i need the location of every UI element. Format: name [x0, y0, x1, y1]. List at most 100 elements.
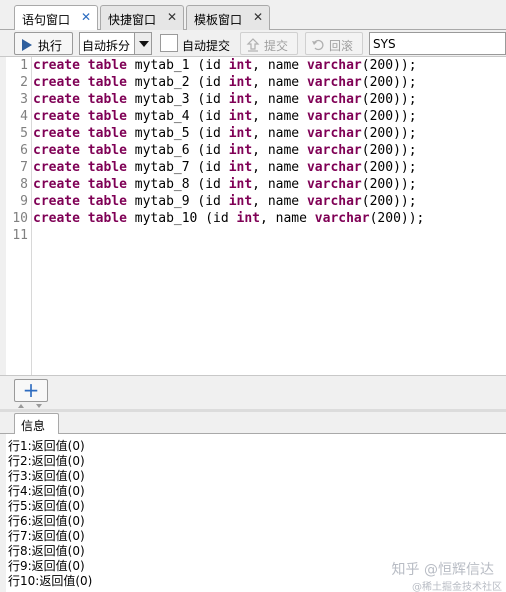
close-icon[interactable]: ✕	[253, 10, 263, 24]
split-mode-value: 自动拆分	[82, 39, 131, 53]
execute-label: 执行	[38, 39, 63, 53]
autocommit-label: 自动提交	[182, 39, 231, 53]
sql-keyword: create	[33, 58, 80, 73]
sql-keyword: varchar	[306, 160, 362, 175]
sql-text: (200));	[361, 109, 417, 124]
line-number: 10	[12, 211, 28, 226]
code-line: 10 create table mytab_10 (id int, name va…	[6, 211, 506, 228]
split-mode-select[interactable]: 自动拆分	[79, 32, 152, 55]
code-line: 9 create table mytab_9 (id int, name varc…	[6, 194, 506, 211]
undo-icon	[312, 39, 324, 51]
schema-value: SYS	[373, 37, 396, 51]
line-number: 6	[20, 143, 28, 158]
schema-input[interactable]: SYS	[369, 32, 506, 55]
sql-text: , name	[252, 75, 307, 90]
code-line: 5 create table mytab_5 (id int, name varc…	[6, 126, 506, 143]
code-text: create table mytab_9 (id int, name varch…	[33, 194, 417, 209]
tab-quick-window[interactable]: 快捷窗口 ✕	[100, 5, 184, 30]
sql-keyword: varchar	[306, 75, 362, 90]
code-text: create table mytab_5 (id int, name varch…	[33, 126, 417, 141]
sql-keyword: table	[87, 109, 127, 124]
sql-text: mytab_6 (id	[126, 143, 229, 158]
sql-text: , name	[252, 109, 307, 124]
sql-text: mytab_10 (id	[126, 211, 237, 226]
code-line: 7 create table mytab_7 (id int, name varc…	[6, 160, 506, 177]
tab-label: 语句窗口	[22, 13, 71, 27]
sql-editor[interactable]: 1 create table mytab_1 (id int, name varc…	[0, 57, 506, 375]
tab-statement-window[interactable]: 语句窗口 ✕	[14, 5, 98, 31]
sql-text: mytab_8 (id	[126, 177, 229, 192]
sql-text: , name	[252, 143, 307, 158]
sql-text: (200));	[361, 92, 417, 107]
sql-keyword: int	[228, 75, 253, 90]
sql-text: (200));	[361, 126, 417, 141]
sql-text: , name	[260, 211, 315, 226]
sql-keyword: int	[228, 177, 253, 192]
sql-keyword: create	[33, 126, 80, 141]
sql-text: mytab_7 (id	[126, 160, 229, 175]
toolbar: 执行 自动拆分 自动提交 提交 回滚 SYS	[0, 30, 506, 57]
expand-down-icon[interactable]	[36, 404, 42, 408]
add-button[interactable]: +	[14, 379, 48, 402]
execute-button[interactable]: 执行	[14, 32, 73, 55]
sql-text: mytab_1 (id	[126, 58, 229, 73]
upload-icon	[246, 38, 260, 52]
watermark-zhihu: 知乎 @恒辉信达	[391, 562, 494, 578]
collapse-up-icon[interactable]	[18, 404, 24, 408]
code-text: create table mytab_8 (id int, name varch…	[33, 177, 417, 192]
line-number: 7	[20, 160, 28, 175]
code-text: create table mytab_1 (id int, name varch…	[33, 58, 417, 73]
tab-template-window[interactable]: 模板窗口 ✕	[186, 5, 270, 30]
tab-info[interactable]: 信息	[14, 413, 59, 435]
sql-keyword: int	[228, 92, 253, 107]
line-number: 8	[20, 177, 28, 192]
chevron-down-icon[interactable]	[134, 33, 151, 54]
sql-text: (200));	[361, 194, 417, 209]
sql-text: (200));	[361, 160, 417, 175]
close-icon[interactable]: ✕	[81, 10, 91, 24]
sql-keyword: create	[33, 160, 80, 175]
sql-text: (200));	[361, 58, 417, 73]
code-line: 4 create table mytab_4 (id int, name varc…	[6, 109, 506, 126]
sql-keyword: varchar	[306, 126, 362, 141]
sql-keyword: table	[87, 211, 127, 226]
submit-button[interactable]: 提交	[240, 32, 298, 55]
sql-text: (200));	[369, 211, 425, 226]
code-text: create table mytab_10 (id int, name varc…	[33, 211, 424, 226]
sql-keyword: int	[228, 58, 253, 73]
sql-keyword: int	[228, 160, 253, 175]
close-icon[interactable]: ✕	[167, 10, 177, 24]
sql-keyword: int	[228, 143, 253, 158]
line-number: 1	[20, 58, 28, 73]
sql-text: mytab_2 (id	[126, 75, 229, 90]
sql-keyword: varchar	[306, 194, 362, 209]
sql-text: mytab_3 (id	[126, 92, 229, 107]
sql-text: (200));	[361, 75, 417, 90]
editor-tab-bar: 语句窗口 ✕ 快捷窗口 ✕ 模板窗口 ✕	[0, 0, 506, 31]
sql-text: , name	[252, 194, 307, 209]
code-line: 3 create table mytab_3 (id int, name varc…	[6, 92, 506, 109]
line-number: 3	[20, 92, 28, 107]
code-text: create table mytab_2 (id int, name varch…	[33, 75, 417, 90]
sql-text: (200));	[361, 177, 417, 192]
sql-keyword: create	[33, 177, 80, 192]
sql-keyword: create	[33, 211, 80, 226]
line-number: 5	[20, 126, 28, 141]
sql-keyword: table	[87, 177, 127, 192]
submit-label: 提交	[264, 39, 289, 53]
result-tab-controls: +	[0, 375, 506, 409]
sql-keyword: create	[33, 194, 80, 209]
rollback-label: 回滚	[329, 39, 354, 53]
sql-keyword: create	[33, 75, 80, 90]
autocommit-checkbox[interactable]	[160, 34, 178, 52]
code-line: 8 create table mytab_8 (id int, name varc…	[6, 177, 506, 194]
sql-keyword: int	[236, 211, 260, 226]
sql-keyword: int	[228, 126, 253, 141]
line-number: 11	[12, 228, 28, 243]
rollback-button[interactable]: 回滚	[305, 32, 363, 55]
